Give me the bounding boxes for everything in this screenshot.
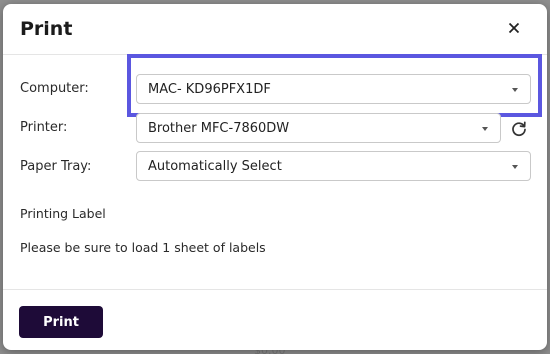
computer-select-value: MAC- KD96PFX1DF: [148, 82, 271, 97]
computer-select[interactable]: MAC- KD96PFX1DF: [136, 74, 531, 104]
chevron-down-icon: [512, 165, 518, 169]
paper-tray-label: Paper Tray:: [20, 159, 92, 174]
printing-label-heading: Printing Label: [20, 206, 106, 221]
printer-select-value: Brother MFC-7860DW: [148, 121, 290, 136]
chevron-down-icon: [482, 127, 488, 131]
printer-label: Printer:: [20, 120, 68, 135]
refresh-icon: [512, 121, 526, 136]
paper-tray-select-value: Automatically Select: [148, 159, 282, 174]
paper-tray-select[interactable]: Automatically Select: [136, 151, 531, 181]
close-icon: [508, 22, 520, 34]
print-button[interactable]: Print: [19, 306, 103, 338]
dialog-title: Print: [20, 18, 73, 40]
dialog-header: Print: [3, 4, 547, 55]
computer-label: Computer:: [20, 81, 89, 96]
chevron-down-icon: [512, 88, 518, 92]
refresh-button[interactable]: [510, 120, 530, 140]
printer-select[interactable]: Brother MFC-7860DW: [136, 113, 501, 143]
print-dialog: Print Computer: MAC- KD96PFX1DF Printer:…: [3, 4, 547, 350]
load-labels-instruction: Please be sure to load 1 sheet of labels: [20, 240, 266, 255]
close-button[interactable]: [503, 17, 525, 39]
dialog-footer: Print: [3, 289, 547, 350]
